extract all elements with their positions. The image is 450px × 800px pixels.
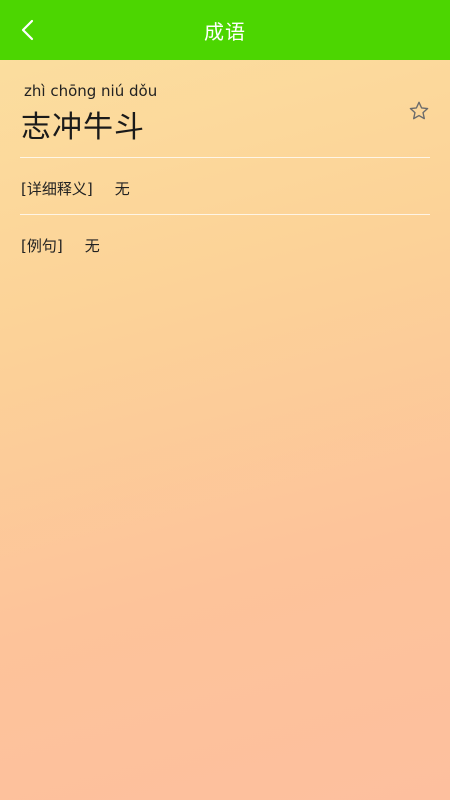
screen: 成语 zhì chōng niú dǒu 志冲牛斗 [详细释义] 无 [例句] …	[0, 0, 450, 800]
page-title: 成语	[204, 19, 246, 44]
idiom-pinyin: zhì chōng niú dǒu	[24, 82, 158, 100]
top-bar: 成语	[0, 0, 450, 60]
detail-label: [详细释义]	[21, 180, 93, 198]
back-button[interactable]	[10, 12, 46, 48]
detail-row-example: [例句] 无	[21, 235, 100, 256]
star-outline-icon	[409, 101, 429, 120]
favorite-button[interactable]	[406, 98, 432, 124]
divider	[20, 157, 430, 158]
detail-row-explanation: [详细释义] 无	[21, 178, 130, 199]
detail-value: 无	[114, 180, 130, 198]
idiom-text: 志冲牛斗	[21, 110, 145, 145]
chevron-left-icon	[21, 19, 34, 41]
detail-label: [例句]	[21, 237, 63, 255]
detail-value: 无	[84, 237, 100, 255]
divider	[20, 214, 430, 215]
